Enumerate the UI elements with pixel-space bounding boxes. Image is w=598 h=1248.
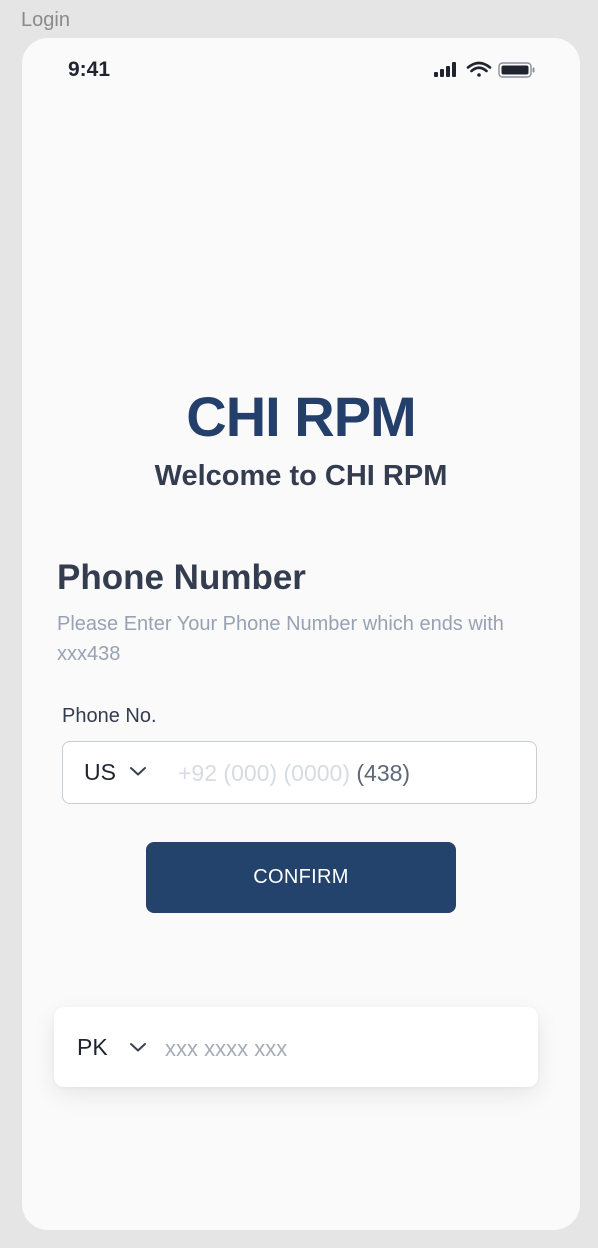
section-title: Phone Number: [57, 558, 306, 597]
secondary-phone-input[interactable]: PK xxx xxxx xxx: [54, 1007, 538, 1087]
secondary-placeholder: xxx xxxx xxx: [165, 1036, 288, 1061]
chevron-down-icon[interactable]: [129, 766, 147, 777]
placeholder-prefix: +92 (000) (0000): [178, 760, 357, 786]
phone-input[interactable]: US +92 (000) (0000) (438): [62, 741, 537, 804]
phone-placeholder: +92 (000) (0000) (438): [178, 760, 410, 787]
secondary-country-code[interactable]: PK: [77, 1034, 108, 1061]
country-code-selector[interactable]: US: [84, 759, 116, 786]
status-icons: [434, 61, 535, 78]
phone-screen: 9:41 CHI RPM Welcome to CHI RPM Phone Nu…: [22, 38, 580, 1230]
battery-icon: [498, 62, 535, 78]
status-time: 9:41: [68, 58, 111, 81]
phone-field-label: Phone No.: [62, 705, 157, 727]
placeholder-suffix: (438): [356, 760, 411, 786]
section-description: Please Enter Your Phone Number which end…: [57, 613, 504, 665]
confirm-button[interactable]: CONFIRM: [146, 842, 456, 913]
chevron-down-icon[interactable]: [129, 1042, 147, 1053]
welcome-text: Welcome to CHI RPM: [154, 460, 448, 492]
signal-icon: [434, 62, 456, 77]
frame-label: Login: [21, 9, 70, 31]
app-logo-title: CHI RPM: [186, 385, 416, 448]
wifi-icon: [466, 61, 492, 77]
